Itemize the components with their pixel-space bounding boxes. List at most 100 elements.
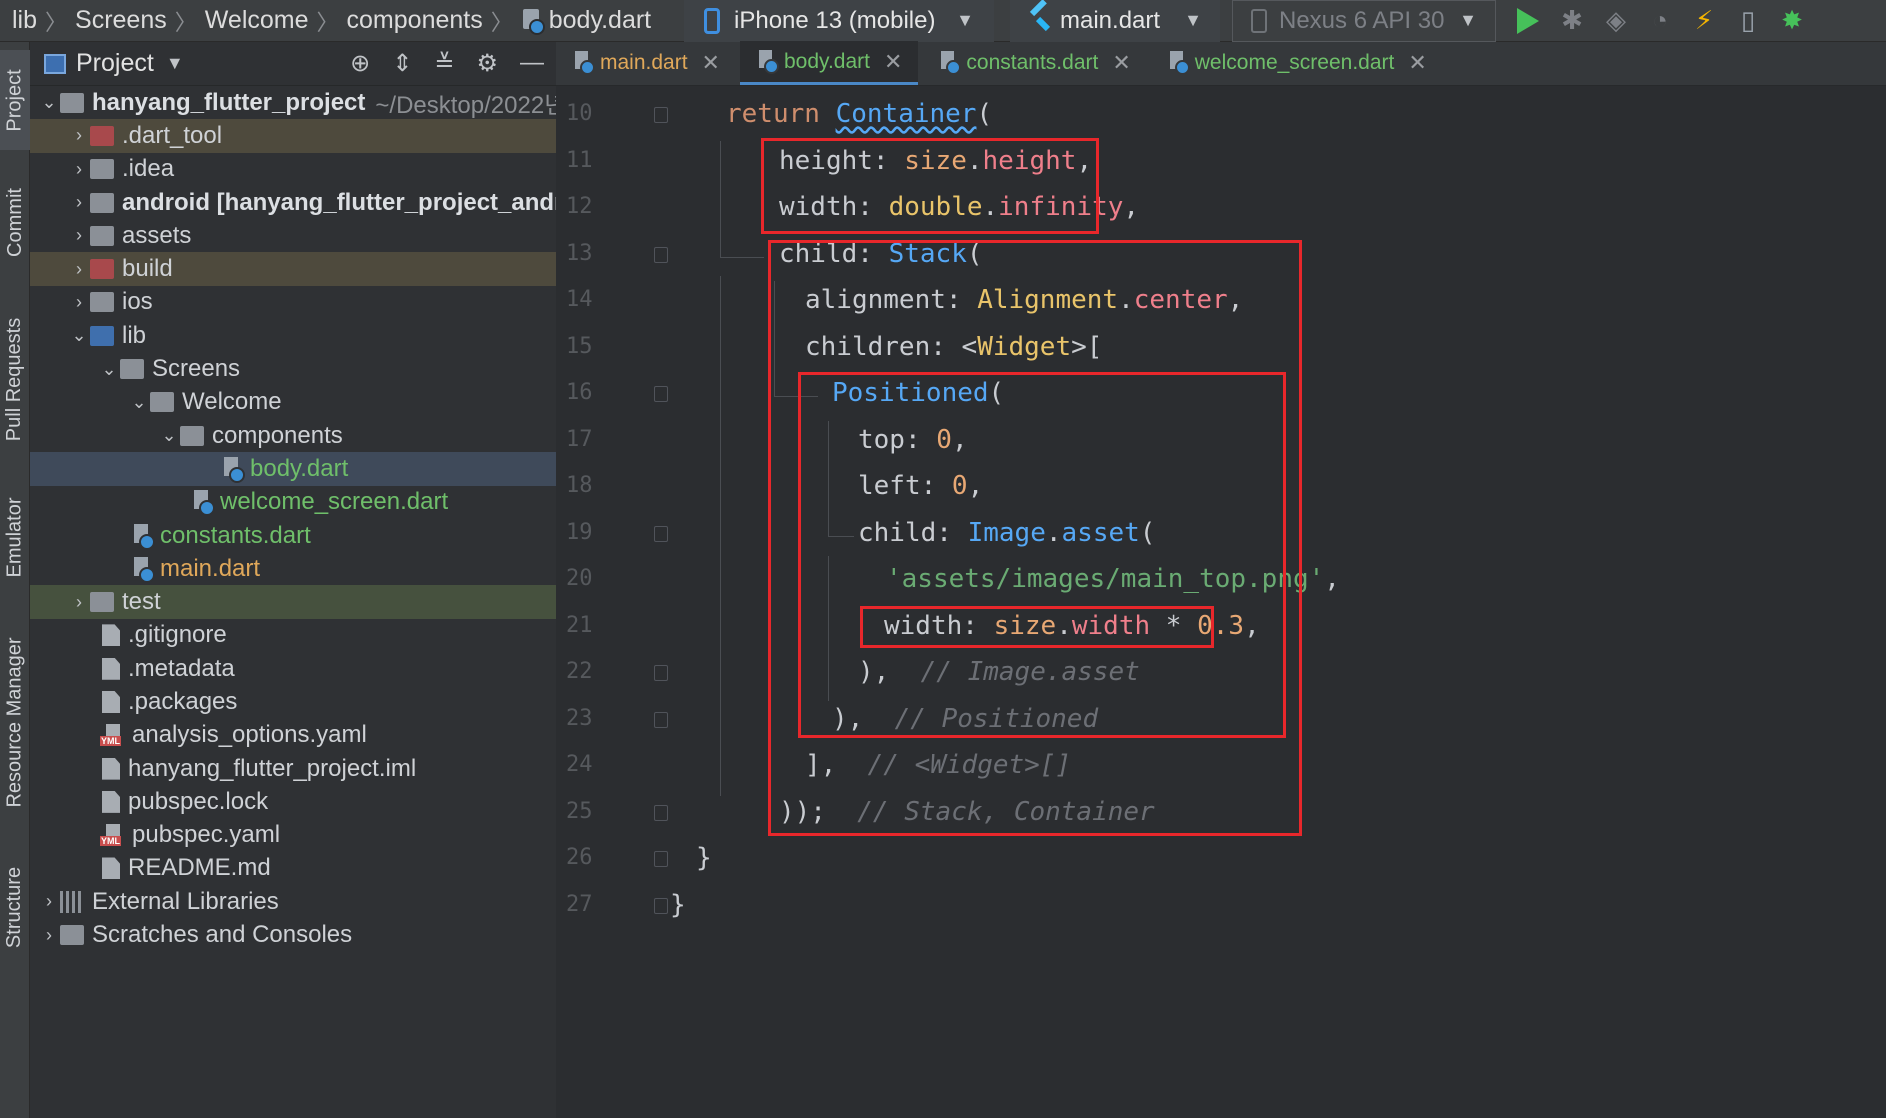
tree-item-test[interactable]: › test: [30, 585, 556, 619]
fold-marker-icon[interactable]: [654, 107, 668, 123]
fold-marker-icon[interactable]: [654, 851, 668, 867]
tree-item-analysis-options[interactable]: analysis_options.yaml: [30, 719, 556, 752]
tab-welcome-screen-dart[interactable]: welcome_screen.dart ✕: [1151, 41, 1443, 85]
breadcrumb-file[interactable]: body.dart: [515, 6, 657, 36]
tree-item-external-libraries[interactable]: › External Libraries: [30, 885, 556, 918]
tree-item-iml[interactable]: hanyang_flutter_project.iml: [30, 752, 556, 785]
fold-marker-icon[interactable]: [654, 386, 668, 402]
tree-item-welcome[interactable]: ⌄ Welcome: [30, 386, 556, 419]
chevron-right-icon[interactable]: ›: [68, 259, 90, 280]
close-icon[interactable]: ✕: [1112, 50, 1130, 76]
line-number: 22: [566, 659, 593, 684]
tool-window-strip: Project Commit Pull Requests Emulator Re…: [0, 42, 30, 1118]
chevron-right-icon[interactable]: ›: [38, 925, 60, 946]
coverage-button[interactable]: ◈: [1602, 5, 1630, 35]
tree-item-readme[interactable]: README.md: [30, 852, 556, 885]
run-config-selector[interactable]: main.dart ▼: [1010, 0, 1220, 42]
tab-project[interactable]: Project: [0, 50, 30, 150]
collapse-all-icon[interactable]: ≚: [434, 49, 454, 78]
device-file-button[interactable]: ▯: [1734, 5, 1762, 35]
breadcrumb-welcome[interactable]: Welcome: [199, 6, 315, 35]
tree-item-pubspec-yaml[interactable]: pubspec.yaml: [30, 819, 556, 852]
fold-marker-icon[interactable]: [654, 665, 668, 681]
tab-constants-dart[interactable]: constants.dart ✕: [922, 41, 1146, 85]
tree-item-build[interactable]: › build: [30, 252, 556, 286]
tree-item-welcome-screen-dart[interactable]: welcome_screen.dart: [30, 486, 556, 519]
expand-all-icon[interactable]: ⇕: [392, 49, 412, 78]
tree-item-label: build: [122, 255, 173, 283]
caret-down-icon[interactable]: ▼: [166, 53, 184, 74]
tree-item-android[interactable]: › android [hanyang_flutter_project_andr: [30, 186, 556, 219]
minimize-icon[interactable]: —: [520, 49, 544, 78]
breadcrumb-components[interactable]: components: [341, 6, 489, 35]
tree-item-label: .packages: [128, 687, 238, 715]
locate-icon[interactable]: ⊕: [350, 49, 370, 78]
chevron-down-icon[interactable]: ⌄: [158, 425, 180, 446]
tree-item-components[interactable]: ⌄ components: [30, 419, 556, 452]
profile-button[interactable]: ◔: [1646, 5, 1674, 35]
tree-item-body-dart[interactable]: body.dart: [30, 452, 556, 486]
code-editor[interactable]: 10 11 12 13 14 15 16 17 18 19 20 21 22 2…: [556, 86, 1886, 1118]
keyword-token: return: [726, 99, 820, 129]
hot-reload-button[interactable]: ⚡: [1690, 5, 1718, 35]
constructor-token: Container: [835, 99, 977, 129]
gear-icon[interactable]: ⚙: [476, 49, 498, 78]
test-folder-icon: [90, 592, 114, 613]
chevron-down-icon[interactable]: ⌄: [38, 92, 60, 113]
project-tree: ⌄ hanyang_flutter_project ~/Desktop/2022…: [30, 86, 556, 952]
fold-marker-icon[interactable]: [654, 712, 668, 728]
close-icon[interactable]: ✕: [1408, 50, 1426, 76]
tree-item-idea[interactable]: › .idea: [30, 153, 556, 186]
chevron-right-icon[interactable]: ›: [68, 225, 90, 246]
tree-item-metadata[interactable]: .metadata: [30, 652, 556, 685]
close-icon[interactable]: ✕: [702, 50, 720, 76]
tree-item-dart-tool[interactable]: › .dart_tool: [30, 119, 556, 153]
tab-structure[interactable]: Structure: [0, 852, 30, 962]
scratches-icon: [60, 925, 84, 946]
chevron-down-icon[interactable]: ⌄: [68, 325, 90, 346]
run-button[interactable]: [1514, 7, 1542, 35]
tree-item-pubspec-lock[interactable]: pubspec.lock: [30, 785, 556, 818]
chevron-right-icon[interactable]: ›: [68, 292, 90, 313]
tab-resource-manager[interactable]: Resource Manager: [0, 622, 30, 822]
tab-commit[interactable]: Commit: [0, 172, 30, 272]
tab-emulator[interactable]: Emulator: [0, 482, 30, 592]
chevron-right-icon[interactable]: ›: [38, 891, 60, 912]
debug-button[interactable]: ✱: [1558, 5, 1586, 35]
chevron-down-icon[interactable]: ⌄: [128, 392, 150, 413]
tree-item-label: Screens: [152, 355, 241, 383]
tab-pull-requests[interactable]: Pull Requests: [0, 304, 30, 454]
chevron-right-icon[interactable]: ›: [68, 159, 90, 180]
tab-main-dart[interactable]: main.dart ✕: [556, 41, 736, 85]
tree-item-root[interactable]: ⌄ hanyang_flutter_project ~/Desktop/2022…: [30, 86, 556, 120]
tree-item-screens[interactable]: ⌄ Screens: [30, 352, 556, 385]
tree-item-packages[interactable]: .packages: [30, 685, 556, 718]
fold-marker-icon[interactable]: [654, 898, 668, 914]
fold-marker-icon[interactable]: [654, 805, 668, 821]
tree-item-assets[interactable]: › assets: [30, 219, 556, 252]
breadcrumb-screens[interactable]: Screens: [69, 6, 173, 35]
text-file-icon: [102, 657, 120, 680]
attach-debugger-button[interactable]: ✸: [1778, 5, 1806, 35]
tree-item-gitignore[interactable]: .gitignore: [30, 619, 556, 652]
emulator-selector[interactable]: Nexus 6 API 30 ▼: [1232, 0, 1496, 42]
fold-marker-icon[interactable]: [654, 247, 668, 263]
line-number: 19: [566, 520, 593, 545]
fold-marker-icon[interactable]: [654, 526, 668, 542]
tree-item-lib[interactable]: ⌄ lib: [30, 319, 556, 352]
tab-emulator-label: Emulator: [3, 496, 26, 578]
tree-item-main-dart[interactable]: main.dart: [30, 552, 556, 585]
chevron-right-icon[interactable]: ›: [68, 192, 90, 213]
project-panel-title[interactable]: Project: [76, 49, 154, 78]
close-icon[interactable]: ✕: [884, 49, 902, 75]
tree-item-label: .gitignore: [128, 621, 227, 649]
breadcrumb-lib[interactable]: lib: [6, 6, 43, 35]
device-selector[interactable]: iPhone 13 (mobile) ▼: [684, 0, 994, 42]
tab-body-dart[interactable]: body.dart ✕: [739, 41, 919, 85]
tree-item-scratches[interactable]: › Scratches and Consoles: [30, 918, 556, 951]
chevron-down-icon[interactable]: ⌄: [98, 359, 120, 380]
chevron-right-icon[interactable]: ›: [68, 125, 90, 146]
chevron-right-icon[interactable]: ›: [68, 592, 90, 613]
tree-item-ios[interactable]: › ios: [30, 286, 556, 319]
tree-item-constants-dart[interactable]: constants.dart: [30, 519, 556, 552]
